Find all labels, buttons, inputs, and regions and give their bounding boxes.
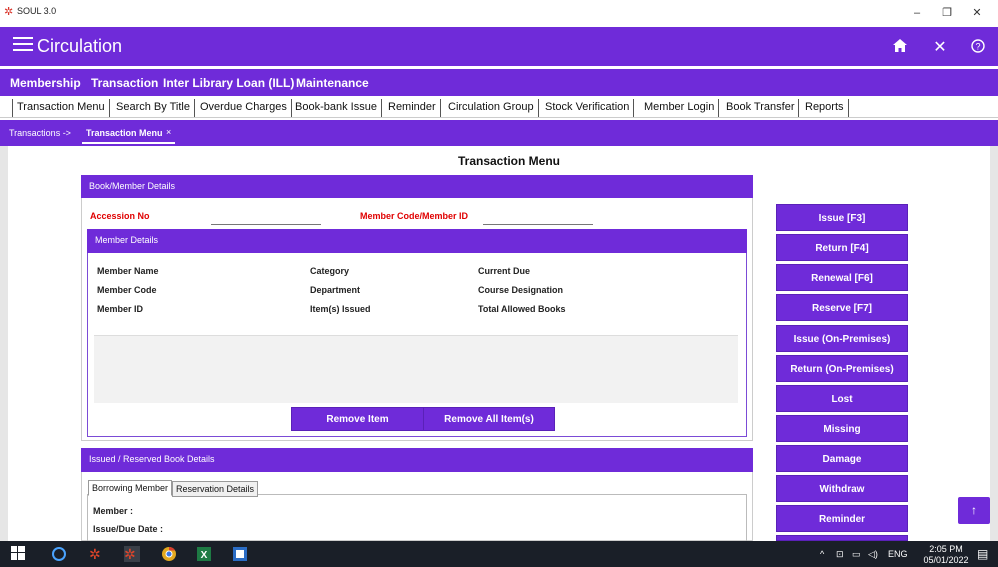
accession-no-input[interactable] [211, 224, 321, 225]
borrowing-member-label: Member : [93, 506, 134, 516]
app-logo-icon: ✲ [4, 6, 14, 18]
hamburger-menu-icon[interactable] [13, 37, 33, 55]
help-icon[interactable]: ? [967, 37, 989, 59]
tray-volume-icon[interactable]: ◁) [868, 549, 878, 560]
tab-book-bank-issue[interactable]: Book-bank Issue [291, 99, 382, 117]
breadcrumb-parent[interactable]: Transactions -> [9, 128, 71, 138]
missing-button[interactable]: Missing [776, 415, 908, 442]
breadcrumb-current[interactable]: Transaction Menu [86, 128, 163, 138]
accession-no-label: Accession No [90, 211, 150, 221]
tab-search-by-title[interactable]: Search By Title [112, 99, 195, 117]
taskbar: ✲ ✲ X ^ ⊡ ▭ ◁) ENG 2:05 PM 05/01/2022 ▤ [0, 541, 998, 567]
issue-button[interactable]: Issue [F3] [776, 204, 908, 231]
windows-start-icon[interactable] [11, 546, 27, 562]
editor-icon[interactable] [232, 546, 248, 562]
app-title: Circulation [37, 36, 123, 56]
breadcrumb-close-icon[interactable]: × [166, 127, 171, 137]
close-window-button[interactable]: ✕ [965, 2, 989, 24]
tab-member-login[interactable]: Member Login [640, 99, 720, 117]
course-designation-label: Course Designation [478, 285, 564, 295]
total-allowed-books-label: Total Allowed Books [478, 304, 566, 314]
member-code-input[interactable] [483, 224, 593, 225]
scroll-to-top-button[interactable]: ↑ [958, 497, 990, 524]
member-id-label: Member ID [97, 304, 144, 314]
window-title: SOUL 3.0 [17, 6, 57, 16]
breadcrumb: Transactions -> Transaction Menu × [0, 120, 998, 146]
tab-stock-verification[interactable]: Stock Verification [541, 99, 635, 117]
lost-button[interactable]: Lost [776, 385, 908, 412]
minimize-button[interactable]: – [905, 2, 929, 24]
issued-tab-content [87, 494, 747, 541]
chrome-icon[interactable] [161, 546, 177, 562]
sub-tabs: Transaction Menu Search By Title Overdue… [0, 97, 998, 118]
menu-transaction[interactable]: Transaction [91, 76, 158, 90]
current-due-label: Current Due [478, 266, 531, 276]
issued-reserved-heading: Issued / Reserved Book Details [81, 448, 753, 472]
notification-icon[interactable]: ▤ [977, 547, 988, 561]
tab-borrowing-member[interactable]: Borrowing Member [88, 480, 173, 496]
tab-book-transfer[interactable]: Book Transfer [722, 99, 800, 117]
soul-app-active-icon[interactable]: ✲ [124, 546, 140, 562]
menu-membership[interactable]: Membership [10, 76, 81, 90]
return-on-premises-button[interactable]: Return (On-Premises) [776, 355, 908, 382]
member-code-detail-label: Member Code [97, 285, 157, 295]
soul-app-icon[interactable]: ✲ [89, 546, 105, 562]
tab-reports[interactable]: Reports [801, 99, 849, 117]
excel-icon[interactable]: X [196, 546, 212, 562]
withdraw-button[interactable]: Withdraw [776, 475, 908, 502]
member-details-heading: Member Details [87, 229, 747, 253]
category-label: Category [310, 266, 350, 276]
items-issued-label: Item(s) Issued [310, 304, 371, 314]
app-header: Circulation ✕ ? [0, 27, 998, 66]
active-tab-underline [82, 142, 175, 144]
tab-reservation-details[interactable]: Reservation Details [172, 481, 259, 497]
menu-maintenance[interactable]: Maintenance [296, 76, 369, 90]
reminder-button[interactable]: Reminder [776, 505, 908, 532]
tray-language[interactable]: ENG [888, 549, 908, 559]
window-titlebar: ✲ SOUL 3.0 – ❐ ✕ [0, 0, 998, 27]
damage-button[interactable]: Damage [776, 445, 908, 472]
member-name-label: Member Name [97, 266, 159, 276]
left-gutter [0, 146, 8, 541]
tab-reminder[interactable]: Reminder [384, 99, 441, 117]
svg-text:X: X [201, 550, 208, 561]
right-scrollbar[interactable] [990, 146, 998, 541]
remove-item-button[interactable]: Remove Item [291, 407, 424, 431]
tray-time[interactable]: 2:05 PM [926, 544, 966, 554]
tab-overdue-charges[interactable]: Overdue Charges [196, 99, 292, 117]
reserve-button[interactable]: Reserve [F7] [776, 294, 908, 321]
maximize-button[interactable]: ❐ [935, 2, 959, 24]
menu-ill[interactable]: Inter Library Loan (ILL) [163, 76, 294, 90]
renewal-button[interactable]: Renewal [F6] [776, 264, 908, 291]
issue-on-premises-button[interactable]: Issue (On-Premises) [776, 325, 908, 352]
cortana-icon[interactable] [51, 546, 67, 562]
department-label: Department [310, 285, 361, 295]
tab-circulation-group[interactable]: Circulation Group [444, 99, 539, 117]
book-member-heading: Book/Member Details [81, 175, 753, 198]
member-code-label: Member Code/Member ID [360, 211, 469, 221]
page-title: Transaction Menu [457, 154, 561, 168]
member-details-panel [87, 229, 747, 437]
tray-display-icon[interactable]: ▭ [852, 549, 861, 560]
tab-transaction-menu[interactable]: Transaction Menu [12, 99, 110, 117]
close-icon[interactable]: ✕ [929, 37, 951, 59]
tray-date[interactable]: 05/01/2022 [921, 555, 971, 565]
remove-all-items-button[interactable]: Remove All Item(s) [423, 407, 555, 431]
tray-network-icon[interactable]: ⊡ [836, 549, 844, 560]
return-button[interactable]: Return [F4] [776, 234, 908, 261]
tray-chevron-icon[interactable]: ^ [820, 549, 824, 559]
home-icon[interactable] [889, 37, 911, 59]
issued-items-grid [94, 335, 738, 403]
issue-due-date-label: Issue/Due Date : [93, 524, 164, 534]
svg-text:?: ? [975, 42, 980, 52]
main-menu: Membership Transaction Inter Library Loa… [0, 69, 998, 96]
